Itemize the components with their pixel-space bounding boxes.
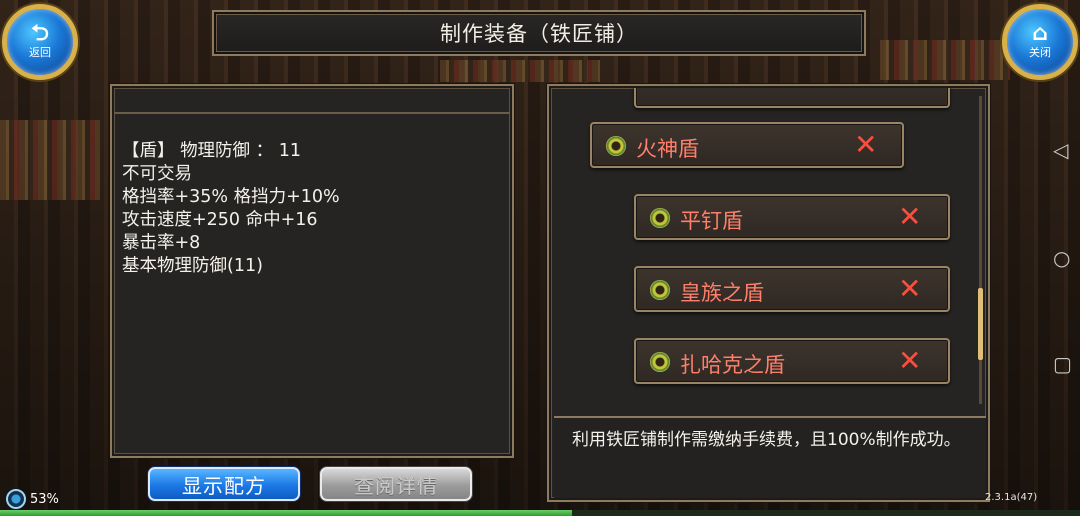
recipe-item-pingdingdun[interactable]: 平钉盾 ✕ bbox=[634, 194, 950, 240]
recipe-item-huoshendun[interactable]: 火神盾 ✕ bbox=[590, 122, 904, 168]
nav-recents-icon[interactable]: ▢ bbox=[1053, 352, 1072, 376]
bookshelf-left bbox=[0, 120, 100, 200]
item-stat-line: 不可交易 bbox=[122, 164, 192, 184]
remove-x-icon[interactable]: ✕ bbox=[854, 130, 877, 160]
nav-home-icon[interactable]: ○ bbox=[1053, 246, 1070, 270]
window-title: 制作装备（铁匠铺） bbox=[212, 10, 866, 56]
remove-x-icon[interactable]: ✕ bbox=[898, 202, 921, 232]
item-stat-line: 【盾】 物理防御 ： 11 bbox=[122, 141, 301, 161]
shield-icon bbox=[650, 280, 670, 300]
recipe-item-name: 火神盾 bbox=[636, 137, 699, 161]
recipe-list[interactable]: 火神盾 ✕ 平钉盾 ✕ 皇族之盾 ✕ 扎哈克之盾 ✕ bbox=[554, 88, 974, 406]
nav-back-icon[interactable]: ◁ bbox=[1053, 138, 1068, 162]
bookshelf-top bbox=[440, 60, 600, 82]
system-nav-bar: ◁ ○ ▢ bbox=[1015, 0, 1080, 516]
recipe-item-huangzuzhidun[interactable]: 皇族之盾 ✕ bbox=[634, 266, 950, 312]
battery-icon bbox=[6, 489, 26, 509]
battery-percent: 53% bbox=[30, 491, 59, 507]
item-stat-line: 格挡率+35% 格挡力+10% bbox=[122, 187, 340, 207]
bookshelf-right bbox=[880, 40, 1010, 80]
item-stat-line: 攻击速度+250 命中+16 bbox=[122, 210, 318, 230]
description-text: 利用铁匠铺制作需缴纳手续费，且100%制作成功。 bbox=[572, 430, 961, 450]
view-details-button[interactable]: 查阅详情 bbox=[320, 467, 472, 501]
show-recipe-button[interactable]: 显示配方 bbox=[148, 467, 300, 501]
recipe-item-name: 扎哈克之盾 bbox=[680, 353, 785, 377]
battery-status: 53% bbox=[6, 489, 59, 509]
back-button-label: 返回 bbox=[29, 46, 51, 59]
shield-icon bbox=[650, 352, 670, 372]
back-arrow-icon: ⮌ bbox=[31, 21, 49, 46]
list-item-partial[interactable] bbox=[634, 88, 950, 108]
shield-icon bbox=[606, 136, 626, 156]
item-stats: 【盾】 物理防御 ： 11 不可交易 格挡率+35% 格挡力+10% 攻击速度+… bbox=[122, 140, 340, 278]
back-button[interactable]: ⮌ 返回 bbox=[2, 4, 78, 80]
recipe-item-name: 皇族之盾 bbox=[680, 281, 764, 305]
loading-progress-bar bbox=[0, 510, 1080, 516]
shield-icon bbox=[650, 208, 670, 228]
scrollbar-thumb[interactable] bbox=[978, 288, 983, 360]
remove-x-icon[interactable]: ✕ bbox=[898, 346, 921, 376]
panel-divider bbox=[114, 112, 510, 114]
recipe-item-zhahakezhidun[interactable]: 扎哈克之盾 ✕ bbox=[634, 338, 950, 384]
item-stat-line: 基本物理防御(11) bbox=[122, 256, 263, 276]
item-stat-line: 暴击率+8 bbox=[122, 233, 201, 253]
progress-fill bbox=[0, 510, 573, 516]
recipe-item-name: 平钉盾 bbox=[680, 209, 743, 233]
remove-x-icon[interactable]: ✕ bbox=[898, 274, 921, 304]
title-text: 制作装备（铁匠铺） bbox=[440, 22, 638, 46]
